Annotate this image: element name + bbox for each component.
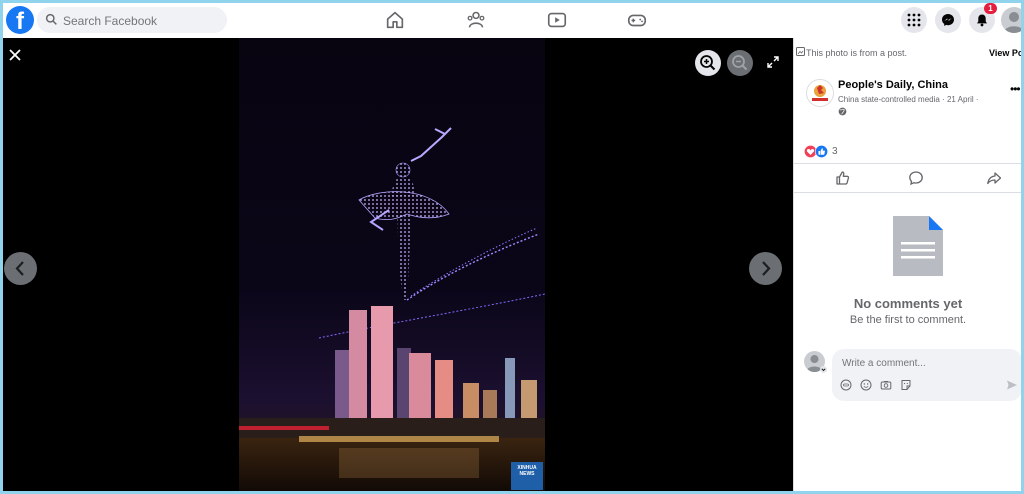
more-options-icon[interactable]: ••• — [1010, 82, 1021, 96]
no-comments-subtitle: Be the first to comment. — [849, 314, 967, 326]
comment-input[interactable] — [840, 353, 1014, 373]
reaction-count[interactable]: 3 — [832, 146, 838, 157]
zoom-in-icon — [700, 55, 716, 71]
post-side-panel: This photo is from a post. View Po Peopl… — [793, 38, 1021, 491]
search-input[interactable] — [61, 7, 225, 35]
sticker-icon[interactable] — [900, 379, 912, 391]
menu-button[interactable] — [901, 7, 927, 33]
search-icon — [45, 13, 57, 25]
chevron-left-icon — [15, 261, 24, 276]
photo-info-icon — [796, 47, 805, 56]
comment-icon[interactable] — [908, 170, 924, 186]
page-name[interactable]: People's Daily, China — [838, 79, 948, 91]
page-meta: China state-controlled media · 21 April … — [838, 95, 979, 104]
post-photo: XINHUA NEWS — [239, 38, 545, 491]
watch-icon[interactable] — [546, 9, 568, 31]
messenger-icon — [942, 14, 954, 26]
drone-show-image — [239, 127, 545, 491]
comment-composer[interactable] — [832, 349, 1021, 401]
messenger-button[interactable] — [935, 7, 961, 33]
bell-icon — [977, 14, 987, 27]
like-icon[interactable] — [835, 170, 851, 186]
city-skyline — [239, 306, 545, 491]
home-icon[interactable] — [384, 9, 406, 31]
notifications-button[interactable]: 1 — [969, 3, 997, 33]
browser-frame: f 1 — [3, 3, 1021, 491]
profile-avatar[interactable] — [1001, 7, 1021, 33]
watermark-line-2: NEWS — [519, 471, 535, 477]
zoom-out-icon — [732, 55, 748, 71]
close-icon[interactable] — [7, 47, 23, 63]
previous-photo-button[interactable] — [4, 252, 37, 285]
avatar-sticker-icon[interactable] — [840, 379, 852, 391]
notification-badge: 1 — [984, 3, 997, 14]
no-comments-title: No comments yet — [853, 296, 963, 311]
page-avatar[interactable] — [806, 79, 834, 107]
top-navigation-bar: f 1 — [3, 3, 1021, 39]
chevron-down-icon[interactable] — [820, 366, 827, 373]
send-icon[interactable] — [1006, 379, 1018, 391]
post-note: This photo is from a post. — [806, 48, 908, 58]
view-post-link[interactable]: View Po — [989, 48, 1021, 58]
chevron-right-icon — [762, 261, 771, 276]
peoples-daily-logo — [812, 85, 828, 101]
document-icon — [893, 216, 943, 276]
fullscreen-icon[interactable] — [767, 56, 779, 68]
like-reaction-icon — [815, 145, 828, 158]
zoom-out-button[interactable] — [727, 50, 753, 76]
grid-menu-icon — [907, 13, 921, 27]
camera-icon[interactable] — [880, 379, 892, 391]
ballerina-drone-figure — [318, 127, 545, 339]
gaming-icon[interactable] — [626, 9, 648, 31]
globe-icon — [838, 107, 847, 116]
share-icon[interactable] — [986, 170, 1002, 186]
emoji-icon[interactable] — [860, 379, 872, 391]
next-photo-button[interactable] — [749, 252, 782, 285]
post-action-bar — [794, 163, 1021, 193]
friends-icon[interactable] — [465, 9, 487, 31]
facebook-logo[interactable]: f — [6, 6, 34, 34]
search-box[interactable] — [37, 7, 227, 35]
photo-viewer: XINHUA NEWS — [3, 38, 793, 491]
user-silhouette-icon — [1004, 12, 1021, 33]
watermark-text: XINHUA NEWS — [511, 465, 543, 477]
zoom-in-button[interactable] — [695, 50, 721, 76]
